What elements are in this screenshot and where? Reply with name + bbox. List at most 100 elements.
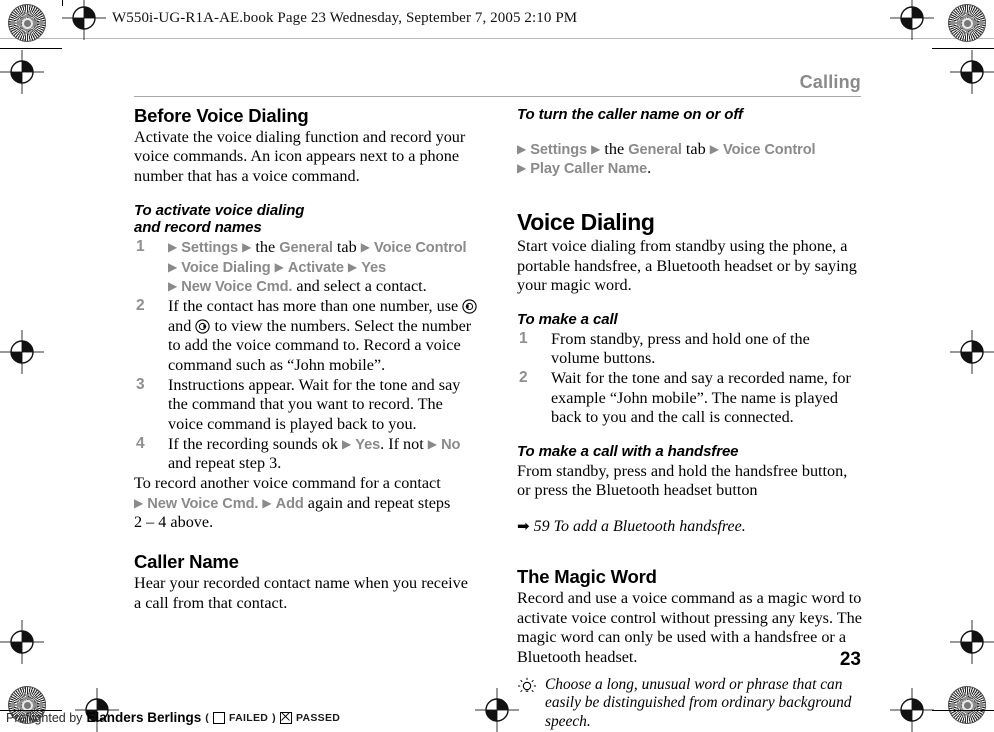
ui-term-no: No [441,436,461,453]
nav-arrow-icon: ▶ [347,259,358,274]
note-line-3: 2 – 4 above. [134,513,214,532]
note-tail: again and repeat steps [303,493,451,512]
cross-reference[interactable]: ➡ 59 To add a Bluetooth handsfree. [517,517,862,536]
running-head: Calling [799,72,861,92]
step-item: 2 If the contact has more than one numbe… [134,297,479,376]
ui-term: Play Caller Name [530,161,648,178]
manual-page: Calling 2 3 Before Voice Dialing Activate… [0,38,994,730]
nav-arrow-icon: ▶ [274,259,284,274]
preflight-passed-checkbox[interactable] [279,711,292,724]
nav-plain-text: and select a contact. [292,277,427,296]
ui-term: New Voice Cmd. [147,495,259,512]
procedure-heading-caller-name-toggle: To turn the caller name on or off [517,106,743,123]
caller-name-toggle-nav-path: ▶ Settings ▶ the General tab ▶ Voice Con… [517,140,862,179]
nav-arrow-icon: ▶ [591,141,601,156]
section-heading-caller-name: Caller Name [134,551,239,573]
preflight-close-paren: ) [272,711,276,724]
preflight-failed-checkbox[interactable] [213,711,226,724]
header-rule [134,96,861,97]
lightbulb-tip-icon [517,677,537,697]
nav-plain-text: . [647,159,652,178]
step-text: Instructions appear. Wait for the tone a… [168,375,461,434]
right-column: To turn the caller name on or off ▶ Sett… [517,106,862,731]
cross-reference-text: 59 To add a Bluetooth handsfree. [533,517,746,535]
nav-arrow-icon: ▶ [709,141,719,156]
registration-crosshair-icon [62,0,106,40]
ui-term: New Voice Cmd. [181,279,293,296]
ui-term: Voice Dialing [181,259,271,276]
step-item: 4 If the recording sounds ok ▶ Yes. If n… [134,435,479,474]
before-voice-dialing-body: Activate the voice dialing function and … [134,127,466,186]
nav-arrow-icon: ▶ [262,495,272,510]
step-text: If the recording sounds ok [168,434,342,453]
ui-term: Voice Control [374,239,467,256]
ui-term: Activate [287,259,344,276]
ui-term: General [628,141,682,158]
step-item: 3 Instructions appear. Wait for the tone… [134,376,479,435]
step-item: 1 From standby, press and hold one of th… [517,330,862,369]
step-item: 2 Wait for the tone and say a recorded n… [517,369,862,428]
make-a-call-steps: 1 From standby, press and hold one of th… [517,330,862,428]
procedure-heading-handsfree-call: To make a call with a handsfree [517,443,739,461]
trim-mark [62,0,63,6]
ui-term: Yes [361,259,387,276]
section-heading-before-voice-dialing: Before Voice Dialing [134,105,309,126]
ui-term: Settings [181,239,239,256]
nav-arrow-icon: ▶ [517,161,527,176]
preflight-passed-label: PASSED [295,711,341,724]
caller-name-body: Hear your recorded contact name when you… [134,573,468,612]
tip-note: Choose a long, unusual word or phrase th… [517,676,862,731]
ui-term: Voice Control [723,141,816,158]
left-column: Before Voice Dialing Activate the voice … [134,105,479,613]
nav-arrow-icon: ▶ [168,259,178,274]
nav-plain-text: tab [681,139,706,158]
cross-reference-arrow-icon: ➡ [517,518,530,535]
voice-dialing-body: Start voice dialing from standby using t… [517,237,857,295]
step-number: 4 [136,434,145,452]
ui-term-yes: Yes [355,436,381,453]
nav-arrow-icon: ▶ [242,239,252,254]
step-number: 1 [519,329,528,347]
magic-word-body: Record and use a voice command as a magi… [517,589,862,667]
note-line-1: To record another voice command for a co… [134,474,441,493]
step-number: 2 [519,369,528,387]
step-text: to view the numbers. Select the number t… [168,316,472,374]
step-text: and repeat step 3. [168,454,282,473]
nav-key-right-icon [195,319,211,334]
record-another-command-note: To record another voice command for a co… [134,474,479,533]
nav-arrow-icon: ▶ [341,436,352,451]
step-number: 3 [136,375,145,393]
registration-crosshair-icon [475,688,519,732]
nav-plain-text: tab [332,237,357,256]
nav-arrow-icon: ▶ [168,239,178,254]
nav-arrow-icon: ▶ [168,279,178,294]
step-text: From standby, press and hold one of the … [551,329,810,368]
proof-slug-text: W550i-UG-R1A-AE.book Page 23 Wednesday, … [112,10,578,26]
registration-starburst-icon [8,4,46,42]
nav-arrow-icon: ▶ [134,495,144,510]
preflight-footer: Preflighted by Elanders Berlings ( FAILE… [6,710,340,725]
step-number: 2 [136,296,145,314]
trim-mark [932,710,994,711]
section-heading-magic-word: The Magic Word [517,566,657,588]
handsfree-call-body: From standby, press and hold the handsfr… [517,461,848,500]
registration-starburst-icon [948,4,986,42]
nav-plain-text: the [255,237,280,256]
nav-plain-text: the [604,139,629,158]
nav-arrow-icon: ▶ [427,436,438,451]
step-text: Wait for the tone and say a recorded nam… [551,369,851,427]
registration-crosshair-icon [890,0,934,40]
step-nav-path: ▶ Settings ▶ the General tab ▶ Voice Con… [168,238,467,295]
step-number: 1 [136,237,145,255]
preflight-open-paren: ( [205,711,210,724]
activate-voice-dialing-steps: 1 ▶ Settings ▶ the General tab ▶ Voice C… [134,238,479,474]
step-text: . If not [380,434,428,453]
preflight-brand: Elanders Berlings [86,710,202,725]
step-item: 1 ▶ Settings ▶ the General tab ▶ Voice C… [134,238,479,297]
step-text: and [168,316,196,335]
tip-text: Choose a long, unusual word or phrase th… [545,675,852,730]
ui-term: General [279,239,333,256]
preflight-failed-label: FAILED [229,711,269,724]
ui-term: Settings [530,141,588,158]
procedure-heading-line1: To activate voice dialing [134,201,305,219]
